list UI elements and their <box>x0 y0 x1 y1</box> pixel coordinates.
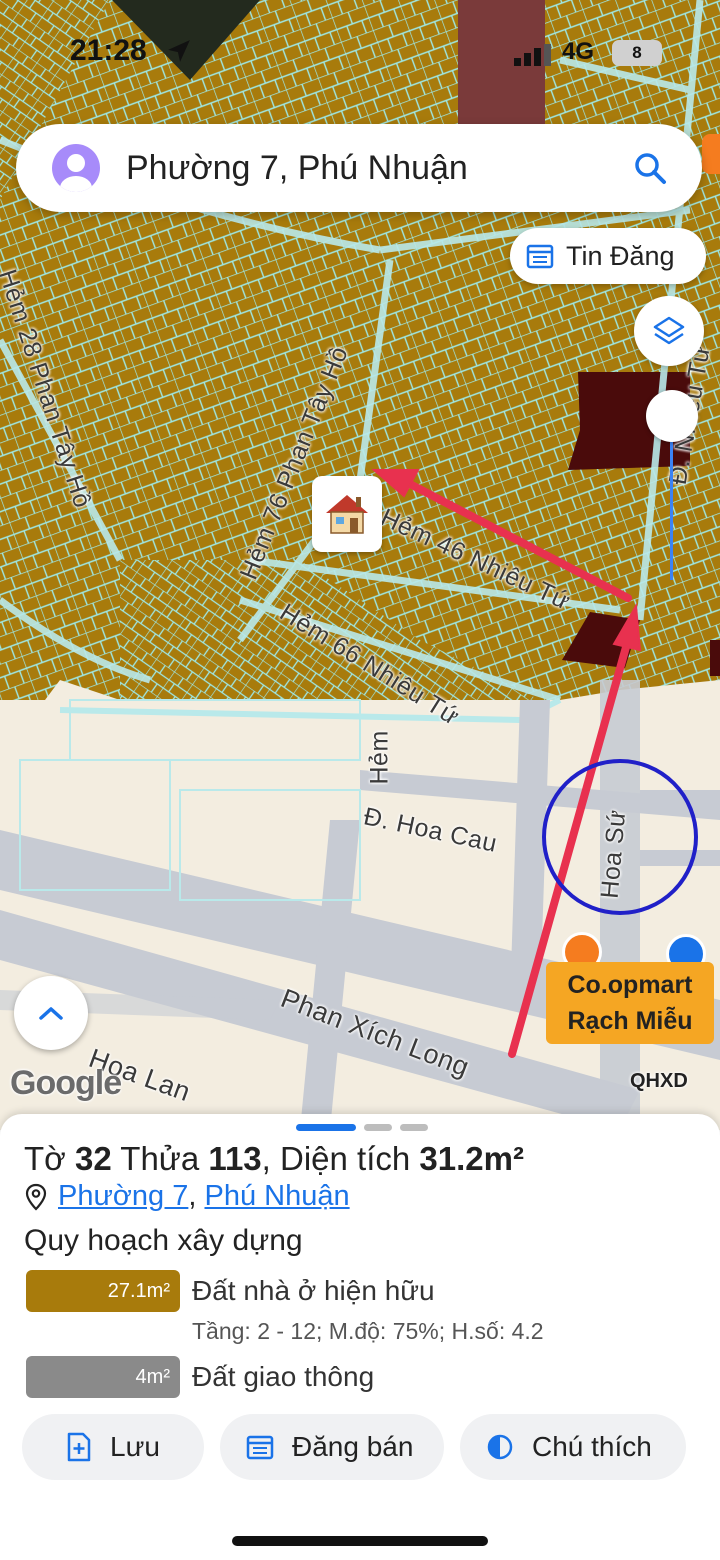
zone-name: Đất nhà ở hiện hữu <box>192 1275 435 1306</box>
save-button[interactable]: Lưu <box>22 1414 204 1480</box>
plot-label: Thửa <box>120 1140 200 1177</box>
zone-area-chip: 27.1m² <box>26 1270 180 1312</box>
district-link[interactable]: Phú Nhuận <box>204 1180 349 1213</box>
zone-name: Đất giao thông <box>192 1361 375 1392</box>
home-indicator[interactable] <box>232 1536 488 1546</box>
calendar-list-icon <box>246 1435 274 1460</box>
coopmart-location: Rạch Miễu <box>567 1007 693 1035</box>
plot-number: 113 <box>208 1140 262 1177</box>
user-icon <box>60 154 92 192</box>
area-value: 31.2m² <box>419 1140 524 1177</box>
google-logo: Google <box>10 1064 122 1102</box>
add-document-icon <box>67 1432 91 1462</box>
action-bar: Lưu Đăng bán Chú thích <box>22 1414 686 1480</box>
network-type: 4G <box>562 38 595 65</box>
house-marker[interactable] <box>312 476 382 552</box>
chevron-up-icon <box>39 1007 63 1020</box>
legend-button[interactable]: Chú thích <box>460 1414 686 1480</box>
battery-indicator: 8 <box>612 40 662 66</box>
parcel-title: Tờ 32 Thửa 113, Diện tích 31.2m² <box>24 1140 524 1177</box>
street-label-hem: Hẻm <box>365 730 394 785</box>
layers-button[interactable] <box>634 296 704 366</box>
layers-icon <box>653 316 685 345</box>
legend-label: Chú thích <box>532 1431 652 1462</box>
map-pin-icon <box>25 1183 47 1211</box>
post-sale-label: Đăng bán <box>292 1431 414 1462</box>
pager-dot-3[interactable] <box>400 1124 428 1131</box>
listings-button[interactable]: Tin Đăng <box>510 228 706 284</box>
parcel-location: Phường 7 , Phú Nhuận <box>24 1180 350 1213</box>
calendar-list-icon <box>526 244 554 269</box>
listings-label: Tin Đăng <box>566 240 675 271</box>
area-label: Diện tích <box>280 1140 411 1177</box>
half-circle-icon <box>487 1434 513 1460</box>
pager-dot-1[interactable] <box>296 1124 356 1131</box>
zone-area-chip: 4m² <box>26 1356 180 1398</box>
search-icon[interactable] <box>620 138 680 198</box>
sheet-number: 32 <box>74 1140 112 1177</box>
qhxd-badge: QHXD <box>630 1070 688 1092</box>
house-icon <box>326 495 368 534</box>
avatar[interactable] <box>52 144 100 192</box>
zone-residential: 27.1m² Đất nhà ở hiện hữu <box>26 1270 435 1312</box>
opacity-slider-track[interactable] <box>670 440 673 580</box>
ward-link[interactable]: Phường 7 <box>58 1180 188 1213</box>
zone-traffic: 4m² Đất giao thông <box>26 1356 374 1398</box>
opacity-slider-handle[interactable] <box>646 390 698 442</box>
coopmart-name: Co.opmart <box>567 971 693 999</box>
signal-icon <box>514 44 551 66</box>
sheet-label: Tờ <box>24 1140 66 1177</box>
battery-level: 8 <box>632 43 642 62</box>
search-input[interactable]: Phường 7, Phú Nhuận <box>126 149 620 188</box>
location-arrow-icon <box>168 40 190 62</box>
coopmart-poi-label[interactable]: Co.opmart Rạch Miễu <box>546 962 714 1044</box>
status-time: 21:28 <box>70 34 147 67</box>
search-bar[interactable]: Phường 7, Phú Nhuận <box>16 124 702 212</box>
poi-marker-icon[interactable] <box>702 134 720 174</box>
zone-detail: Tầng: 2 - 12; M.độ: 75%; H.số: 4.2 <box>192 1318 544 1344</box>
sheet-pager[interactable] <box>296 1124 428 1131</box>
save-label: Lưu <box>110 1431 160 1462</box>
pager-dot-2[interactable] <box>364 1124 392 1131</box>
planning-title: Quy hoạch xây dựng <box>24 1224 303 1257</box>
expand-sheet-button[interactable] <box>14 976 88 1050</box>
post-sale-button[interactable]: Đăng bán <box>220 1414 444 1480</box>
